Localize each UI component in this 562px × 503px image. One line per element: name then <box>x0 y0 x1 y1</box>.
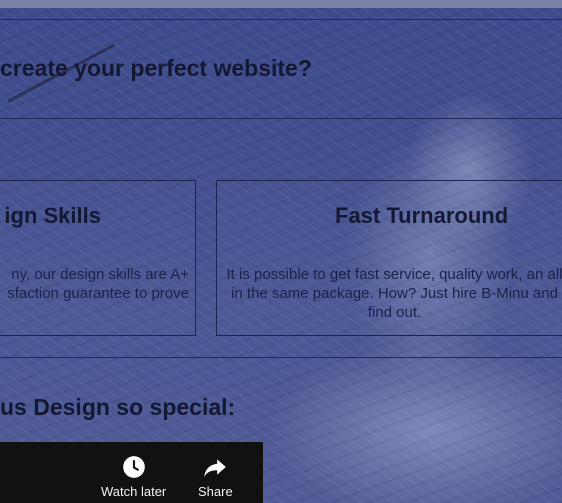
watch-later-button[interactable]: Watch later <box>101 454 166 499</box>
top-strip <box>0 0 562 8</box>
divider-mid <box>0 118 562 119</box>
feature-card-fast-turnaround: Fast Turnaround It is possible to get fa… <box>216 180 562 336</box>
share-arrow-icon <box>204 459 227 477</box>
page-headline: create your perfect website? <box>0 55 312 81</box>
feature-card-design-skills: ign Skills ny, our design skills are A+ … <box>0 180 196 336</box>
watch-later-label: Watch later <box>101 484 167 499</box>
feature-card-body-line: sfaction guarantee to prove <box>7 285 189 302</box>
feature-card-body: ny, our design skills are A+ sfaction gu… <box>7 265 189 303</box>
feature-card-title: Fast Turnaround <box>335 203 509 228</box>
section-heading: us Design so special: <box>0 394 236 420</box>
clock-icon <box>122 456 145 478</box>
share-button[interactable]: Share <box>198 454 233 499</box>
feature-card-title: ign Skills <box>4 203 101 228</box>
divider-bottom <box>0 357 562 358</box>
share-label: Share <box>198 484 233 499</box>
feature-card-body: It is possible to get fast service, qual… <box>226 266 562 321</box>
video-embed-controls: Watch later Share <box>0 442 263 503</box>
feature-card-body-line: ny, our design skills are A+ <box>11 266 189 283</box>
divider-top <box>0 19 562 20</box>
